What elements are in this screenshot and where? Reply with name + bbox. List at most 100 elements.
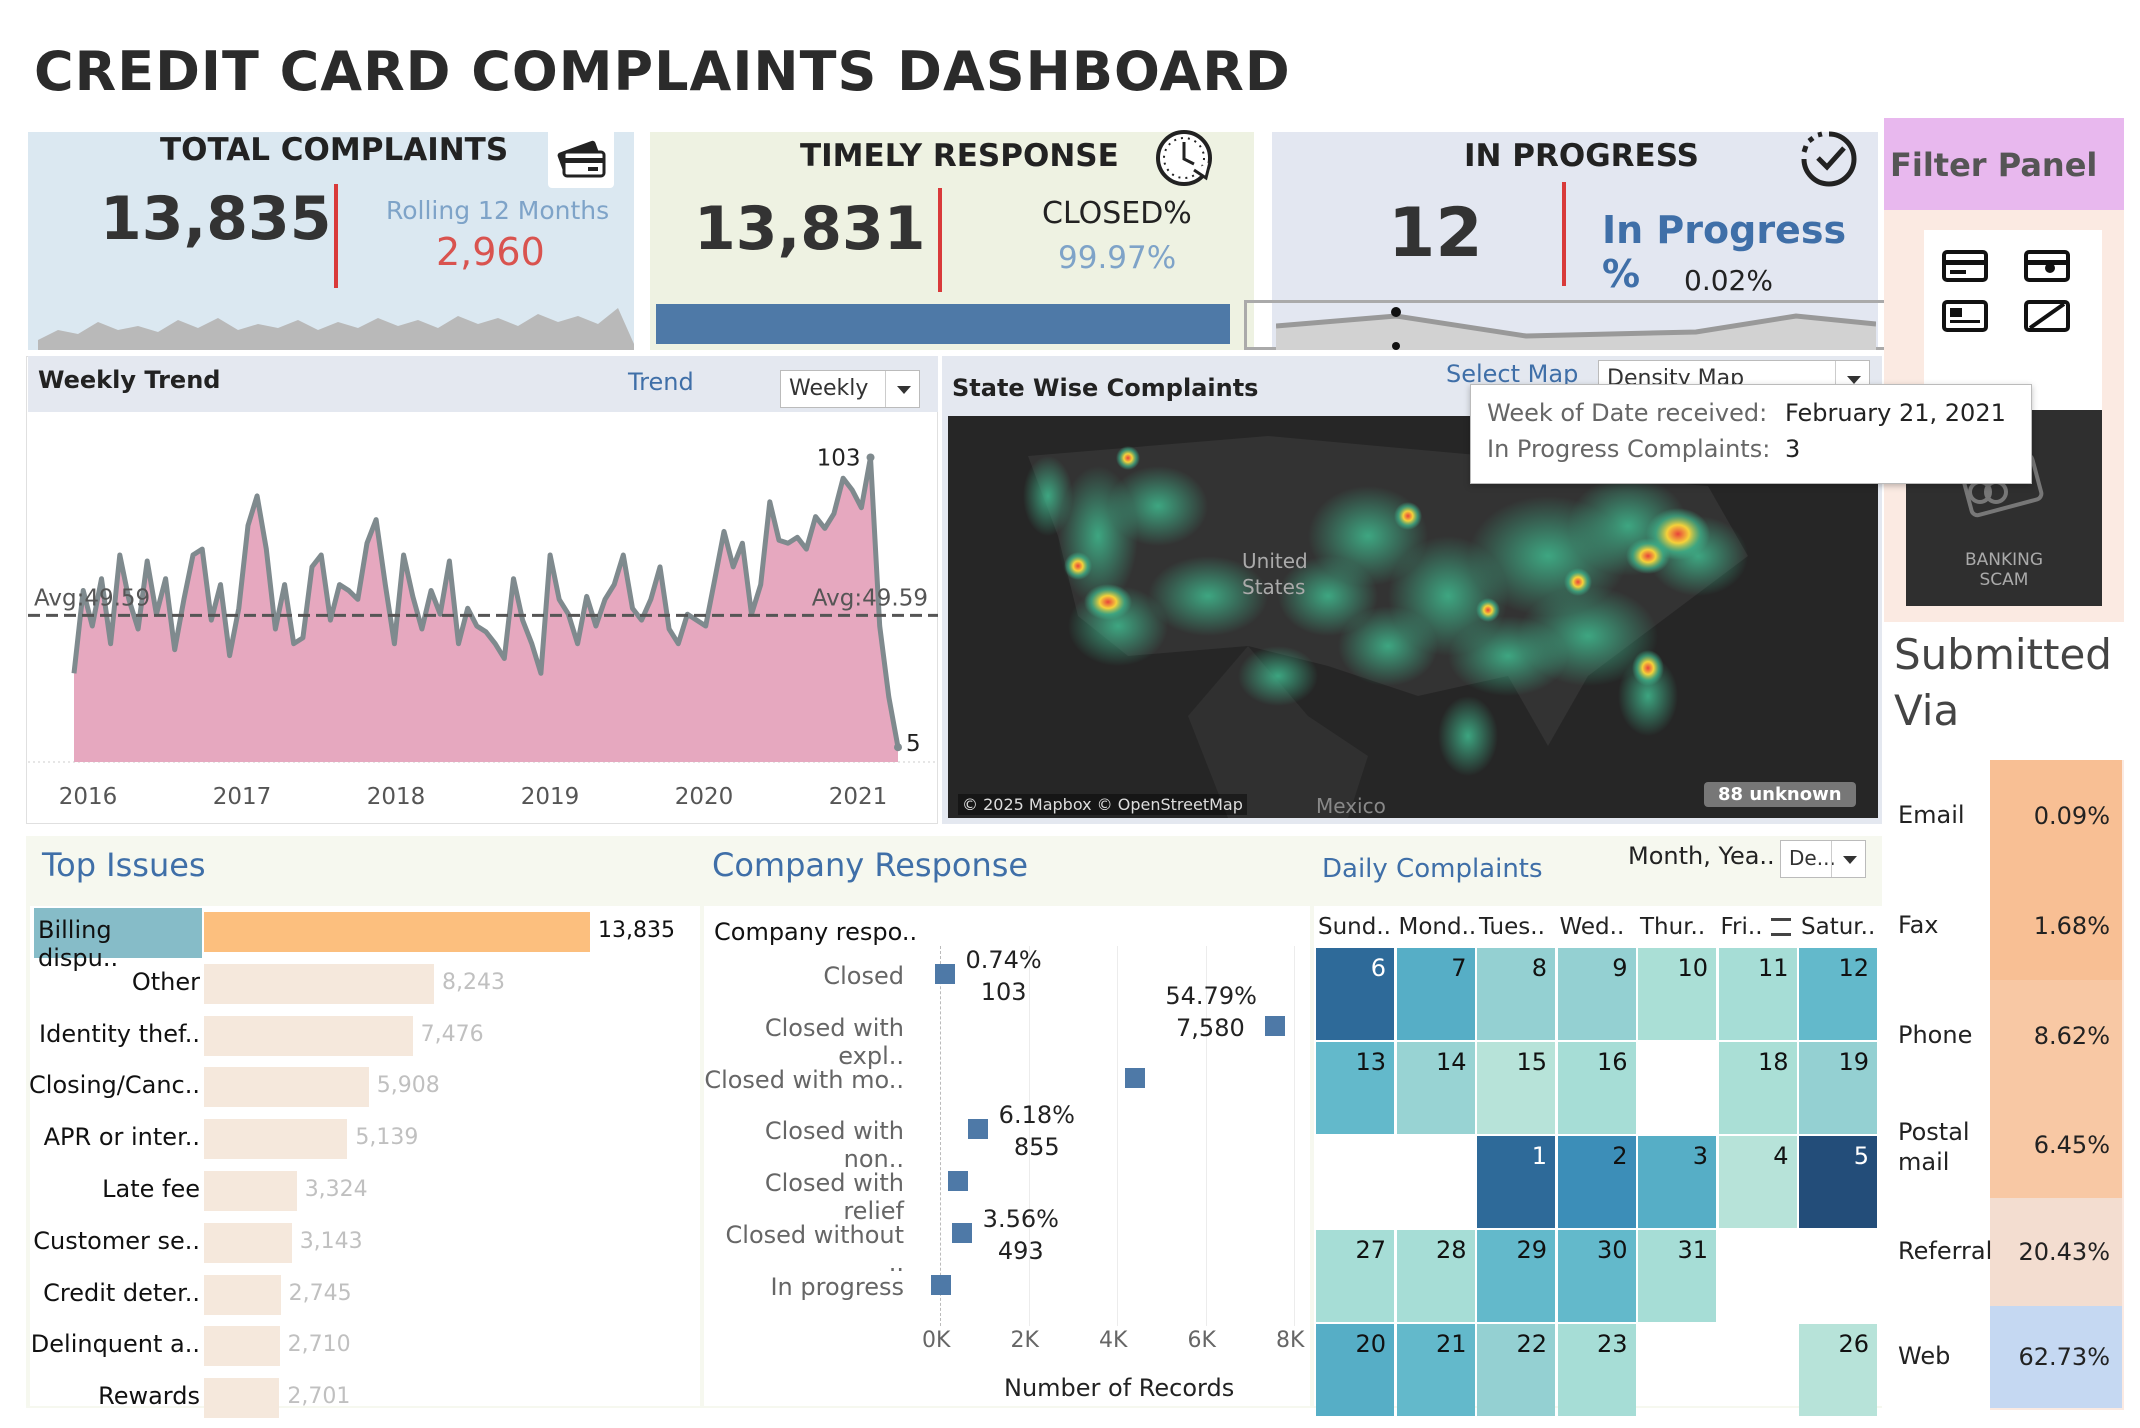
- submitted-via-value[interactable]: 1.68%: [1990, 872, 2122, 980]
- top-issue-bar[interactable]: [204, 912, 590, 952]
- top-issue-label[interactable]: Late fee: [10, 1175, 200, 1203]
- company-response-label[interactable]: Closed with expl..: [704, 1014, 904, 1070]
- unknown-badge[interactable]: 88 unknown: [1704, 782, 1856, 807]
- top-issue-bar[interactable]: [204, 1015, 413, 1056]
- trend-dropdown[interactable]: Weekly: [780, 370, 920, 408]
- top-issue-value: 7,476: [420, 1021, 484, 1047]
- company-response-mark[interactable]: [1124, 1067, 1145, 1088]
- calendar-day-cell[interactable]: 28: [1396, 1230, 1475, 1322]
- submitted-via-label[interactable]: Phone: [1898, 1020, 1988, 1050]
- top-issue-label[interactable]: Closing/Canc..: [10, 1071, 200, 1099]
- chevron-down-icon[interactable]: [885, 371, 919, 407]
- calendar-day-cell[interactable]: 2: [1557, 1136, 1636, 1228]
- submitted-via-label[interactable]: Email: [1898, 800, 1988, 830]
- map-tooltip: Week of Date received: February 21, 2021…: [1470, 384, 2032, 484]
- calendar-day-cell[interactable]: 9: [1557, 948, 1636, 1040]
- trend-min-point[interactable]: [894, 743, 902, 752]
- company-response-x-tick: 4K: [1099, 1328, 1128, 1353]
- calendar-day-cell[interactable]: 12: [1799, 948, 1877, 1040]
- submitted-via-value[interactable]: 0.09%: [1990, 760, 2122, 872]
- submitted-via-label[interactable]: Referral: [1898, 1236, 1992, 1266]
- calendar-day-cell[interactable]: 18: [1718, 1042, 1797, 1134]
- calendar-day-cell[interactable]: 19: [1799, 1042, 1877, 1134]
- top-issue-bar[interactable]: [204, 963, 434, 1004]
- company-response-label[interactable]: In progress: [704, 1273, 904, 1301]
- calendar-day-cell[interactable]: 29: [1477, 1230, 1555, 1322]
- calendar-day-cell[interactable]: 30: [1557, 1230, 1636, 1322]
- calendar-day-cell[interactable]: 3: [1638, 1136, 1716, 1228]
- submitted-via-value[interactable]: 8.62%: [1990, 980, 2122, 1092]
- calendar-day-cell[interactable]: 27: [1316, 1230, 1394, 1322]
- weekly-trend-chart[interactable]: Avg:49.59 Avg:49.59 103 5 2016 2017 2018 2019 20…: [28, 412, 938, 822]
- calendar-day-cell[interactable]: 7: [1396, 948, 1475, 1040]
- calendar-day-cell[interactable]: 22: [1477, 1324, 1555, 1416]
- calendar-day-cell[interactable]: 13: [1316, 1042, 1394, 1134]
- calendar-day-cell[interactable]: 11: [1718, 948, 1797, 1040]
- company-response-x-tick: 0K: [922, 1328, 951, 1353]
- trend-dropdown-value: Weekly: [789, 376, 869, 401]
- calendar-day-cell[interactable]: 26: [1799, 1324, 1877, 1416]
- card-type-icon[interactable]: [1940, 246, 2080, 350]
- company-response-mark[interactable]: [930, 1274, 951, 1295]
- submitted-via-value[interactable]: 6.45%: [1990, 1092, 2122, 1198]
- calendar-day-cell[interactable]: 23: [1557, 1324, 1636, 1416]
- trend-x-tick: 2016: [59, 784, 118, 810]
- company-response-mark[interactable]: [967, 1119, 988, 1140]
- submitted-via-value[interactable]: 62.73%: [1990, 1306, 2122, 1408]
- trend-max-label: 103: [817, 445, 861, 471]
- top-issue-bar[interactable]: [204, 1119, 348, 1160]
- submitted-via-value[interactable]: 20.43%: [1990, 1198, 2122, 1306]
- top-issue-value: 8,243: [442, 969, 505, 995]
- top-issue-label[interactable]: Customer se..: [10, 1227, 200, 1255]
- top-issue-bar[interactable]: [204, 1326, 280, 1367]
- company-response-mark[interactable]: [1265, 1015, 1286, 1036]
- chevron-down-icon[interactable]: [1831, 841, 1865, 877]
- company-response-label[interactable]: Closed with mo..: [704, 1066, 904, 1094]
- calendar-day-cell[interactable]: 8: [1477, 948, 1555, 1040]
- kpi-progress-title: IN PROGRESS: [1464, 138, 1699, 174]
- top-issue-bar[interactable]: [204, 1067, 369, 1108]
- top-issue-label[interactable]: APR or inter..: [10, 1123, 200, 1151]
- company-response-label[interactable]: Closed with relief: [704, 1169, 904, 1225]
- kpi-timely-card[interactable]: TIMELY RESPONSE 13,831 CLOSED% 99.97%: [650, 130, 1254, 350]
- trend-max-point[interactable]: [866, 453, 875, 462]
- top-issue-bar[interactable]: [204, 1274, 281, 1315]
- top-issue-label[interactable]: Rewards: [10, 1382, 200, 1410]
- calendar-day-cell[interactable]: 1: [1477, 1136, 1555, 1228]
- calendar-day-cell[interactable]: 16: [1557, 1042, 1636, 1134]
- kpi-total-card[interactable]: TOTAL COMPLAINTS 13,835 Rolling 12 Month…: [28, 122, 634, 350]
- company-response-label[interactable]: Closed: [704, 962, 904, 990]
- top-issue-label[interactable]: Credit deter..: [10, 1279, 200, 1307]
- daily-complaints-title: Daily Complaints: [1322, 854, 1543, 884]
- top-issue-label[interactable]: Delinquent a..: [10, 1330, 200, 1358]
- company-response-mark[interactable]: [947, 1171, 968, 1192]
- calendar-day-cell[interactable]: 10: [1638, 948, 1716, 1040]
- top-issue-bar[interactable]: [204, 1378, 280, 1419]
- daily-dropdown[interactable]: De...: [1780, 840, 1866, 878]
- calendar-day-cell[interactable]: 31: [1638, 1230, 1716, 1322]
- calendar-day-cell[interactable]: 4: [1718, 1136, 1797, 1228]
- top-issue-label[interactable]: Billing dispu..: [38, 916, 198, 972]
- submitted-via-label[interactable]: Postal mail: [1898, 1117, 1988, 1177]
- submitted-via-label[interactable]: Web: [1898, 1341, 1988, 1371]
- calendar-day-cell[interactable]: 5: [1799, 1136, 1877, 1228]
- calendar-day-cell[interactable]: 6: [1316, 948, 1394, 1040]
- company-response-label[interactable]: Closed with non..: [704, 1117, 904, 1173]
- top-issue-value: 2,701: [287, 1384, 351, 1410]
- company-response-mark[interactable]: [951, 1223, 972, 1243]
- top-issue-label[interactable]: Other: [10, 968, 200, 996]
- circle-check-icon: [1796, 126, 1862, 192]
- top-issue-bar[interactable]: [204, 1171, 297, 1211]
- top-issue-bar[interactable]: [204, 1222, 292, 1263]
- calendar-day-cell[interactable]: 21: [1396, 1324, 1475, 1416]
- company-response-label[interactable]: Closed without ..: [704, 1221, 904, 1277]
- submitted-via-label[interactable]: Fax: [1898, 910, 1988, 940]
- sort-icon[interactable]: [1770, 918, 1791, 936]
- company-response-mark[interactable]: [934, 964, 955, 984]
- calendar-day-cell[interactable]: 14: [1396, 1042, 1475, 1134]
- calendar-day-cell[interactable]: 20: [1316, 1324, 1394, 1416]
- top-issue-label[interactable]: Identity thef..: [10, 1020, 200, 1048]
- calendar-day-cell[interactable]: 15: [1477, 1042, 1555, 1134]
- calendar-day-header: Tues..: [1479, 914, 1545, 940]
- company-response-annotation-count: 493: [997, 1237, 1044, 1265]
